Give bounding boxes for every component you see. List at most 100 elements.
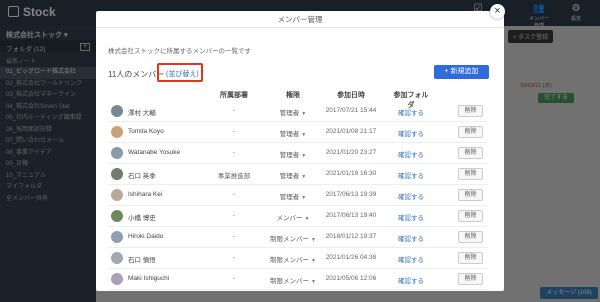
avatar	[111, 210, 123, 222]
delete-button[interactable]: 削除	[458, 231, 483, 243]
delete-button[interactable]: 削除	[458, 126, 483, 138]
member-dept: -	[232, 212, 236, 219]
member-role: 管理者	[279, 152, 300, 159]
check-folders-link[interactable]: 確認する	[391, 170, 431, 180]
member-row: 石口 慎悟 - 制限メンバー ▼ 2021/01/26 04:38 確認する 削除	[108, 248, 488, 269]
member-role: 管理者	[279, 173, 300, 180]
member-name: 小橋 博史	[128, 215, 156, 222]
member-role: 管理者	[279, 131, 300, 138]
member-role-select[interactable]: 管理者 ▼	[268, 149, 318, 159]
member-row: Ishihara Kei - 管理者 ▼ 2017/06/13 19:39 確認する 削除	[108, 185, 488, 206]
member-joined: 2021/01/19 16:30	[325, 170, 377, 177]
member-name: 澤村 大輔	[128, 110, 156, 117]
chevron-down-icon: ▼	[301, 132, 307, 138]
member-role: 管理者	[279, 194, 300, 201]
check-folders-link[interactable]: 確認する	[391, 191, 431, 201]
member-row: Maki Ishiguchi - 制限メンバー ▼ 2021/05/06 12:06 確認…	[108, 269, 488, 290]
chevron-down-icon: ▼	[301, 174, 307, 180]
member-role-select[interactable]: 制限メンバー ▼	[268, 275, 318, 285]
member-dept: -	[232, 233, 236, 240]
member-joined: 2018/01/12 19:37	[325, 233, 377, 240]
chevron-down-icon: ▼	[304, 216, 310, 222]
member-row: 小橋 博史 - メンバー ▼ 2017/06/13 19:40 確認する 削除	[108, 206, 488, 227]
member-row: 石口 英季 事業推進部 管理者 ▼ 2021/01/19 16:30 確認する 削除	[108, 164, 488, 185]
sort-link[interactable]: (並び替え)	[166, 69, 199, 79]
member-name: Watanabe Yosuke	[128, 149, 181, 156]
member-dept: -	[232, 149, 236, 156]
member-role-select[interactable]: 管理者 ▼	[268, 170, 318, 180]
member-role: 制限メンバー	[270, 257, 310, 264]
check-folders-link[interactable]: 確認する	[391, 275, 431, 285]
check-folders-link[interactable]: 確認する	[391, 212, 431, 222]
member-role-select[interactable]: 制限メンバー ▼	[268, 254, 318, 264]
member-role-select[interactable]: 管理者 ▼	[268, 191, 318, 201]
member-name: 石口 慎悟	[128, 257, 156, 264]
chevron-down-icon: ▼	[301, 111, 307, 117]
member-role: 制限メンバー	[270, 236, 310, 243]
member-management-modal: メンバー管理 株式会社ストックに所属するメンバーの一覧です 11人のメンバー (…	[96, 11, 504, 291]
member-joined: 2017/06/13 19:39	[325, 191, 377, 198]
check-folders-link[interactable]: 確認する	[391, 233, 431, 243]
check-folders-link[interactable]: 確認する	[391, 107, 431, 117]
member-count: 11人のメンバー	[108, 70, 165, 79]
member-joined: 2021/05/06 12:06	[325, 275, 377, 282]
member-role: 制限メンバー	[270, 278, 310, 285]
member-role: メンバー	[276, 215, 303, 222]
avatar	[111, 168, 123, 180]
avatar	[111, 105, 123, 117]
avatar	[111, 189, 123, 201]
delete-button[interactable]: 削除	[458, 252, 483, 264]
modal-title: メンバー管理	[96, 11, 504, 28]
chevron-down-icon: ▼	[311, 237, 316, 243]
chevron-down-icon: ▼	[311, 258, 316, 264]
avatar	[111, 252, 123, 264]
check-folders-link[interactable]: 確認する	[391, 254, 431, 264]
member-joined: 2021/01/26 04:38	[325, 254, 377, 261]
check-folders-link[interactable]: 確認する	[391, 128, 431, 138]
member-dept: -	[232, 191, 236, 198]
avatar	[111, 126, 123, 138]
member-name: Maki Ishiguchi	[128, 275, 170, 282]
member-row: 澤村 大輔 - 管理者 ▼ 2017/07/21 15:44 確認する 削除	[108, 101, 488, 122]
check-folders-link[interactable]: 確認する	[391, 149, 431, 159]
member-name: Hiroki Daido	[128, 233, 164, 240]
member-joined: 2021/01/20 23:27	[325, 149, 377, 156]
member-row: Watanabe Yosuke - 管理者 ▼ 2021/01/20 23:27 確認する…	[108, 143, 488, 164]
avatar	[111, 231, 123, 243]
column-header-joined: 参加日時	[337, 92, 365, 99]
member-name: Tomita Koyo	[128, 128, 164, 135]
chevron-down-icon: ▼	[301, 195, 307, 201]
column-header-role: 権限	[286, 92, 300, 99]
member-dept: -	[232, 254, 236, 261]
member-joined: 2017/07/21 15:44	[325, 107, 377, 114]
member-role: 管理者	[279, 110, 300, 117]
close-icon[interactable]: ×	[490, 4, 505, 19]
member-role-select[interactable]: 制限メンバー ▼	[268, 233, 318, 243]
avatar	[111, 273, 123, 285]
member-dept: -	[232, 128, 236, 135]
column-header-dept: 所属部署	[220, 92, 248, 99]
delete-button[interactable]: 削除	[458, 147, 483, 159]
member-role-select[interactable]: メンバー ▼	[268, 212, 318, 222]
member-joined: 2021/01/08 21:17	[325, 128, 377, 135]
delete-button[interactable]: 削除	[458, 189, 483, 201]
member-name: 石口 英季	[128, 173, 156, 180]
avatar	[111, 147, 123, 159]
member-role-select[interactable]: 管理者 ▼	[268, 128, 318, 138]
delete-button[interactable]: 削除	[458, 273, 483, 285]
add-member-button[interactable]: + 新規追加	[434, 65, 489, 79]
member-row: Tomita Koyo - 管理者 ▼ 2021/01/08 21:17 確認する 削除	[108, 122, 488, 143]
member-role-select[interactable]: 管理者 ▼	[268, 107, 318, 117]
member-dept: -	[232, 107, 236, 114]
member-row: Hiroki Daido - 制限メンバー ▼ 2018/01/12 19:37 確認する…	[108, 227, 488, 248]
delete-button[interactable]: 削除	[458, 105, 483, 117]
member-name: Ishihara Kei	[128, 191, 163, 198]
member-dept: -	[232, 275, 236, 282]
chevron-down-icon: ▼	[301, 153, 307, 159]
delete-button[interactable]: 削除	[458, 210, 483, 222]
member-joined: 2017/06/13 19:40	[325, 212, 377, 219]
chevron-down-icon: ▼	[311, 279, 316, 285]
member-dept: 事業推進部	[217, 173, 251, 180]
delete-button[interactable]: 削除	[458, 168, 483, 180]
modal-description: 株式会社ストックに所属するメンバーの一覧です	[108, 48, 251, 55]
